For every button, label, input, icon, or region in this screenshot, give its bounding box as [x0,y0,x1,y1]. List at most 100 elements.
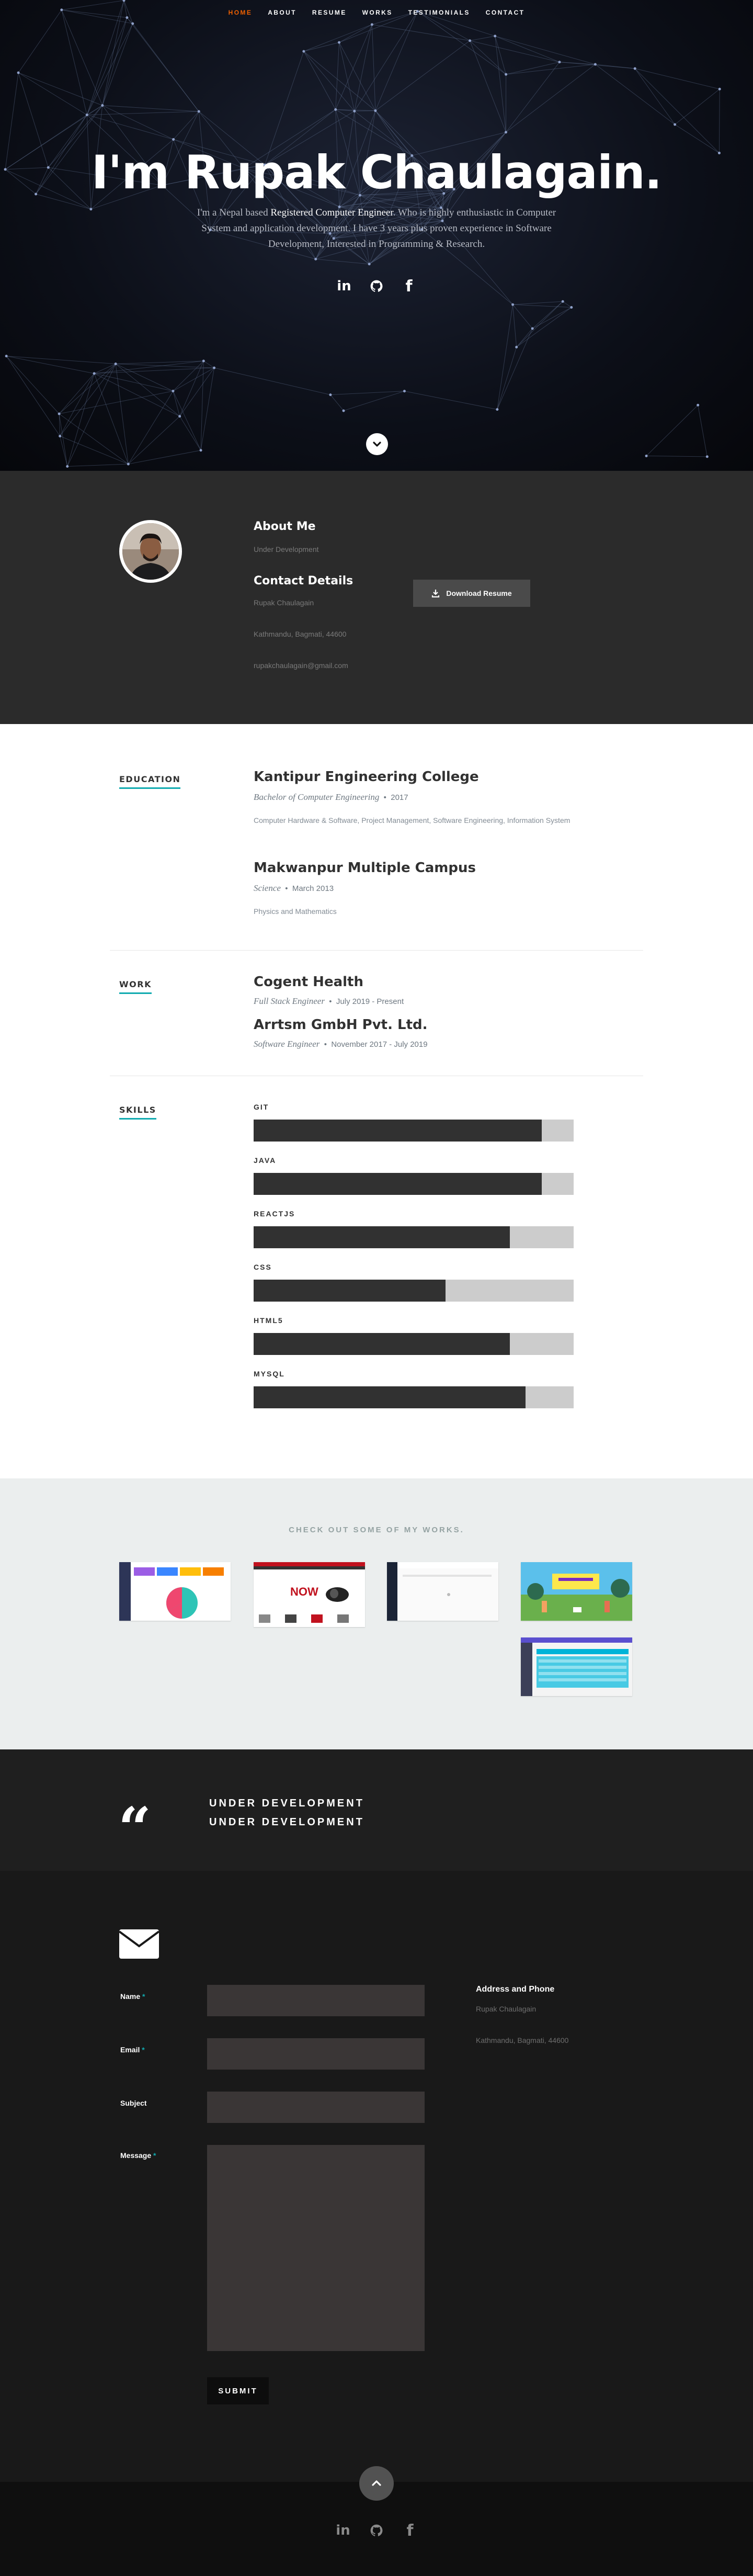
nav-contact[interactable]: CONTACT [486,9,525,16]
network-node [505,73,508,76]
skills-heading: SKILLS [119,1105,156,1120]
message-label: Message * [120,2151,156,2160]
network-line [86,17,128,115]
skill-bar [254,1226,574,1248]
portfolio-thumbnail[interactable] [119,1562,231,1621]
network-node [594,63,597,66]
address-title: Address and Phone [476,1985,555,1994]
network-node [403,390,406,393]
portfolio-thumbnail[interactable]: NOW [254,1562,365,1627]
network-line [497,347,517,410]
network-line [646,404,699,456]
nav-resume[interactable]: RESUME [312,9,347,16]
network-node [213,366,216,369]
facebook-icon[interactable]: f [401,277,417,296]
contact-email[interactable]: rupakchaulagain@gmail.com [254,661,348,670]
network-line [512,304,533,329]
linkedin-icon[interactable]: in [335,2523,351,2538]
network-line [67,464,129,467]
network-node [645,455,648,458]
network-line [115,364,180,417]
footer-social-links: in f [0,2522,753,2540]
network-line [512,304,517,347]
work-company: Arrtsm GmbH Pvt. Ltd. [254,1017,428,1033]
scroll-down-button[interactable] [366,433,388,455]
network-line [595,64,675,125]
network-node [342,409,345,412]
network-line [127,17,199,112]
email-field[interactable] [207,2038,425,2070]
network-line [595,64,635,69]
network-line [61,9,87,115]
network-node [697,403,700,406]
github-icon[interactable] [369,278,384,294]
email-label: Email * [120,2046,145,2054]
subject-field[interactable] [207,2092,425,2123]
network-line [59,364,116,414]
network-node [633,67,636,70]
network-line [173,111,199,140]
hero-social-links: in f [0,277,753,296]
hero-section: I'm Rupak Chaulagain. I'm a Nepal based … [0,0,753,471]
quote-icon: “ [118,1794,152,1862]
network-line [512,304,572,308]
network-node [338,41,341,44]
nav-home[interactable]: HOME [229,9,253,16]
github-icon[interactable] [369,2523,384,2538]
network-line [60,364,116,436]
network-node [114,363,117,366]
network-line [634,68,720,153]
portfolio-thumbnail[interactable] [521,1637,632,1696]
network-line [516,307,572,347]
network-line [516,328,533,347]
network-node [561,300,564,303]
chevron-up-icon [372,2480,381,2486]
download-resume-button[interactable]: Download Resume [413,580,530,607]
network-line [315,258,370,265]
network-line [354,11,418,111]
network-line [335,42,340,110]
network-line [506,64,596,75]
scroll-top-button[interactable] [359,2466,394,2501]
network-line [512,301,563,305]
education-info: Science • March 2013 [254,883,334,893]
work-company: Cogent Health [254,974,363,990]
testimonials-section: “ UNDER DEVELOPMENT UNDER DEVELOPMENT [0,1749,753,1871]
name-field[interactable] [207,1985,425,2016]
network-node [89,208,93,211]
network-line [59,413,129,465]
nav-about[interactable]: ABOUT [268,9,296,16]
network-line [559,62,596,65]
network-line [60,436,68,467]
network-node [496,408,499,411]
resume-section: EDUCATION Kantipur Engineering College B… [0,724,753,1478]
facebook-icon[interactable]: f [402,2522,418,2540]
hero-intro: I'm a Nepal based Registered Computer En… [197,207,556,250]
nav-works[interactable]: WORKS [362,9,393,16]
portfolio-thumbnail[interactable] [521,1562,632,1621]
network-line [375,40,470,111]
network-line [173,360,204,391]
work-info: Software Engineer • November 2017 - July… [254,1039,428,1049]
linkedin-icon[interactable]: in [336,278,352,294]
nav-testimonials[interactable]: TESTIMONIALS [408,9,470,16]
network-node [197,110,200,113]
network-line [303,51,336,110]
thumbnail-text: NOW [290,1585,318,1598]
message-field[interactable] [207,2145,425,2351]
address-name: Rupak Chaulagain [476,2005,537,2013]
main-nav: HOME ABOUT RESUME WORKS TESTIMONIALS CON… [0,0,753,25]
chevron-down-icon [373,442,381,447]
portfolio-thumbnail[interactable] [387,1562,498,1621]
skill-bar [254,1333,574,1355]
network-node [511,303,515,306]
network-node [718,87,721,91]
network-line [470,40,506,75]
network-node [101,104,104,107]
submit-button[interactable]: SUBMIT [207,2377,269,2404]
network-node [59,435,62,438]
network-line [371,24,376,111]
network-line [330,391,405,396]
education-description: Computer Hardware & Software, Project Ma… [254,816,571,824]
subject-label: Subject [120,2099,147,2107]
